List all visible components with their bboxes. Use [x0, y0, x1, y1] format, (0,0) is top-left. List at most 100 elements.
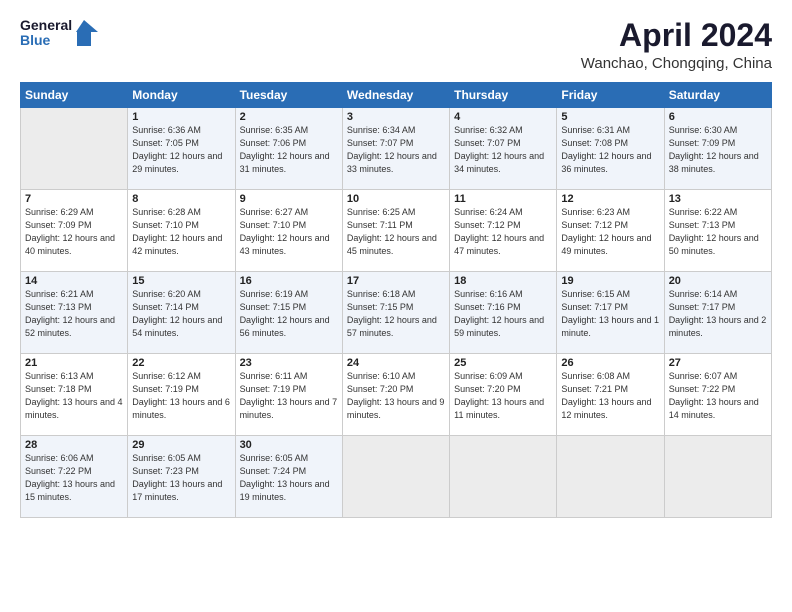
calendar-cell: 4Sunrise: 6:32 AM Sunset: 7:07 PM Daylig… [450, 108, 557, 190]
week-row-3: 14Sunrise: 6:21 AM Sunset: 7:13 PM Dayli… [21, 272, 772, 354]
logo-text-block: General Blue [20, 18, 72, 49]
day-info: Sunrise: 6:15 AM Sunset: 7:17 PM Dayligh… [561, 288, 659, 340]
day-number: 6 [669, 111, 767, 123]
day-info: Sunrise: 6:30 AM Sunset: 7:09 PM Dayligh… [669, 124, 767, 176]
day-info: Sunrise: 6:24 AM Sunset: 7:12 PM Dayligh… [454, 206, 552, 258]
day-info: Sunrise: 6:05 AM Sunset: 7:23 PM Dayligh… [132, 452, 230, 504]
day-info: Sunrise: 6:16 AM Sunset: 7:16 PM Dayligh… [454, 288, 552, 340]
header-wednesday: Wednesday [342, 83, 449, 108]
calendar-cell: 9Sunrise: 6:27 AM Sunset: 7:10 PM Daylig… [235, 190, 342, 272]
day-info: Sunrise: 6:13 AM Sunset: 7:18 PM Dayligh… [25, 370, 123, 422]
calendar-cell: 24Sunrise: 6:10 AM Sunset: 7:20 PM Dayli… [342, 354, 449, 436]
day-number: 10 [347, 193, 445, 205]
day-number: 26 [561, 357, 659, 369]
calendar-cell: 17Sunrise: 6:18 AM Sunset: 7:15 PM Dayli… [342, 272, 449, 354]
calendar-cell: 8Sunrise: 6:28 AM Sunset: 7:10 PM Daylig… [128, 190, 235, 272]
calendar-cell: 21Sunrise: 6:13 AM Sunset: 7:18 PM Dayli… [21, 354, 128, 436]
day-number: 21 [25, 357, 123, 369]
calendar-cell: 23Sunrise: 6:11 AM Sunset: 7:19 PM Dayli… [235, 354, 342, 436]
day-info: Sunrise: 6:35 AM Sunset: 7:06 PM Dayligh… [240, 124, 338, 176]
header-thursday: Thursday [450, 83, 557, 108]
day-number: 5 [561, 111, 659, 123]
day-number: 1 [132, 111, 230, 123]
calendar-cell: 7Sunrise: 6:29 AM Sunset: 7:09 PM Daylig… [21, 190, 128, 272]
day-number: 4 [454, 111, 552, 123]
calendar-cell: 20Sunrise: 6:14 AM Sunset: 7:17 PM Dayli… [664, 272, 771, 354]
calendar-cell [21, 108, 128, 190]
week-row-2: 7Sunrise: 6:29 AM Sunset: 7:09 PM Daylig… [21, 190, 772, 272]
logo-line1: General [20, 18, 72, 33]
calendar-cell: 16Sunrise: 6:19 AM Sunset: 7:15 PM Dayli… [235, 272, 342, 354]
header-sunday: Sunday [21, 83, 128, 108]
calendar-cell: 25Sunrise: 6:09 AM Sunset: 7:20 PM Dayli… [450, 354, 557, 436]
calendar-cell: 14Sunrise: 6:21 AM Sunset: 7:13 PM Dayli… [21, 272, 128, 354]
day-number: 16 [240, 275, 338, 287]
day-number: 23 [240, 357, 338, 369]
header-monday: Monday [128, 83, 235, 108]
day-number: 19 [561, 275, 659, 287]
day-number: 2 [240, 111, 338, 123]
header-tuesday: Tuesday [235, 83, 342, 108]
day-info: Sunrise: 6:09 AM Sunset: 7:20 PM Dayligh… [454, 370, 552, 422]
day-info: Sunrise: 6:29 AM Sunset: 7:09 PM Dayligh… [25, 206, 123, 258]
calendar-cell: 26Sunrise: 6:08 AM Sunset: 7:21 PM Dayli… [557, 354, 664, 436]
calendar-cell: 13Sunrise: 6:22 AM Sunset: 7:13 PM Dayli… [664, 190, 771, 272]
day-info: Sunrise: 6:11 AM Sunset: 7:19 PM Dayligh… [240, 370, 338, 422]
title-block: April 2024 Wanchao, Chongqing, China [581, 18, 772, 72]
header-friday: Friday [557, 83, 664, 108]
day-info: Sunrise: 6:23 AM Sunset: 7:12 PM Dayligh… [561, 206, 659, 258]
day-number: 15 [132, 275, 230, 287]
calendar-cell [450, 436, 557, 518]
day-info: Sunrise: 6:20 AM Sunset: 7:14 PM Dayligh… [132, 288, 230, 340]
calendar-cell: 10Sunrise: 6:25 AM Sunset: 7:11 PM Dayli… [342, 190, 449, 272]
day-info: Sunrise: 6:06 AM Sunset: 7:22 PM Dayligh… [25, 452, 123, 504]
calendar-table: SundayMondayTuesdayWednesdayThursdayFrid… [20, 82, 772, 518]
week-row-5: 28Sunrise: 6:06 AM Sunset: 7:22 PM Dayli… [21, 436, 772, 518]
day-info: Sunrise: 6:18 AM Sunset: 7:15 PM Dayligh… [347, 288, 445, 340]
subtitle: Wanchao, Chongqing, China [581, 55, 772, 72]
calendar-cell [664, 436, 771, 518]
calendar-cell: 1Sunrise: 6:36 AM Sunset: 7:05 PM Daylig… [128, 108, 235, 190]
calendar-cell: 15Sunrise: 6:20 AM Sunset: 7:14 PM Dayli… [128, 272, 235, 354]
calendar-cell: 12Sunrise: 6:23 AM Sunset: 7:12 PM Dayli… [557, 190, 664, 272]
calendar-cell: 11Sunrise: 6:24 AM Sunset: 7:12 PM Dayli… [450, 190, 557, 272]
calendar-cell: 5Sunrise: 6:31 AM Sunset: 7:08 PM Daylig… [557, 108, 664, 190]
logo: General Blue [20, 18, 98, 49]
day-number: 7 [25, 193, 123, 205]
day-number: 27 [669, 357, 767, 369]
day-info: Sunrise: 6:10 AM Sunset: 7:20 PM Dayligh… [347, 370, 445, 422]
calendar-cell [342, 436, 449, 518]
day-info: Sunrise: 6:21 AM Sunset: 7:13 PM Dayligh… [25, 288, 123, 340]
day-number: 12 [561, 193, 659, 205]
day-number: 13 [669, 193, 767, 205]
day-number: 14 [25, 275, 123, 287]
header: General Blue April 2024 Wanchao, Chongqi… [20, 18, 772, 72]
day-number: 30 [240, 439, 338, 451]
calendar-cell: 3Sunrise: 6:34 AM Sunset: 7:07 PM Daylig… [342, 108, 449, 190]
day-info: Sunrise: 6:22 AM Sunset: 7:13 PM Dayligh… [669, 206, 767, 258]
calendar-cell: 22Sunrise: 6:12 AM Sunset: 7:19 PM Dayli… [128, 354, 235, 436]
day-info: Sunrise: 6:08 AM Sunset: 7:21 PM Dayligh… [561, 370, 659, 422]
main-title: April 2024 [581, 18, 772, 53]
day-number: 22 [132, 357, 230, 369]
day-number: 9 [240, 193, 338, 205]
week-row-1: 1Sunrise: 6:36 AM Sunset: 7:05 PM Daylig… [21, 108, 772, 190]
week-row-4: 21Sunrise: 6:13 AM Sunset: 7:18 PM Dayli… [21, 354, 772, 436]
day-number: 24 [347, 357, 445, 369]
day-info: Sunrise: 6:34 AM Sunset: 7:07 PM Dayligh… [347, 124, 445, 176]
header-saturday: Saturday [664, 83, 771, 108]
day-info: Sunrise: 6:27 AM Sunset: 7:10 PM Dayligh… [240, 206, 338, 258]
page: General Blue April 2024 Wanchao, Chongqi… [0, 0, 792, 612]
day-number: 11 [454, 193, 552, 205]
day-info: Sunrise: 6:05 AM Sunset: 7:24 PM Dayligh… [240, 452, 338, 504]
day-number: 20 [669, 275, 767, 287]
day-number: 17 [347, 275, 445, 287]
day-info: Sunrise: 6:12 AM Sunset: 7:19 PM Dayligh… [132, 370, 230, 422]
day-number: 28 [25, 439, 123, 451]
day-number: 29 [132, 439, 230, 451]
day-info: Sunrise: 6:07 AM Sunset: 7:22 PM Dayligh… [669, 370, 767, 422]
day-number: 25 [454, 357, 552, 369]
calendar-header-row: SundayMondayTuesdayWednesdayThursdayFrid… [21, 83, 772, 108]
day-info: Sunrise: 6:36 AM Sunset: 7:05 PM Dayligh… [132, 124, 230, 176]
day-info: Sunrise: 6:25 AM Sunset: 7:11 PM Dayligh… [347, 206, 445, 258]
